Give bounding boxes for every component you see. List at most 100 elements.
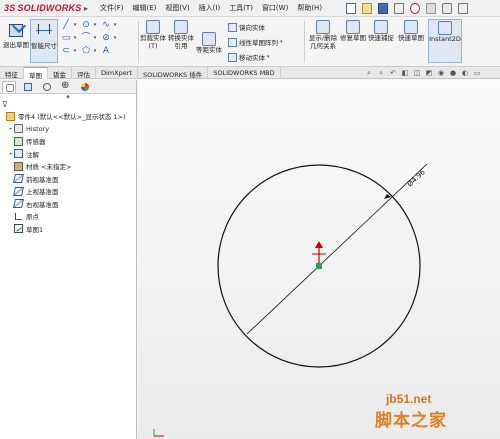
text-icon[interactable]: A	[100, 46, 112, 56]
view-orientation-icon[interactable]: ◫	[413, 69, 421, 77]
move-dropdown-icon[interactable]: ▾	[267, 54, 270, 60]
ellipse-dropdown-icon[interactable]: ▾	[112, 33, 118, 43]
feature-manager-panel: ◆ ⊽ 零件4 (默认<<默认>_显示状态 1>) ▸ History 传感器 …	[0, 80, 137, 439]
plane-icon	[13, 174, 24, 184]
quick-snaps-button[interactable]: 快速捕捉	[368, 19, 394, 43]
tree-item-label: 右视基准面	[26, 200, 59, 209]
line-icon[interactable]: ╱	[60, 20, 72, 30]
filter-icon[interactable]: ⊽	[0, 100, 136, 110]
center-point[interactable]	[316, 263, 322, 269]
options-icon[interactable]	[457, 2, 468, 14]
menu-file[interactable]: 文件(F)	[100, 3, 124, 13]
polygon-dropdown-icon[interactable]: ▾	[92, 46, 98, 56]
menu-window[interactable]: 窗口(W)	[262, 3, 288, 13]
menu-tools[interactable]: 工具(T)	[229, 3, 253, 13]
sketch-canvas[interactable]: Ø4.96	[138, 80, 500, 439]
logo-text: SOLIDWORKS	[17, 3, 82, 13]
rapid-sketch-button[interactable]: 快速草图	[398, 19, 424, 43]
configuration-manager-tab[interactable]	[40, 81, 54, 93]
linear-pattern-label: 线性草图阵列	[239, 39, 278, 47]
property-manager-tab[interactable]	[21, 81, 35, 93]
tab-sheet-metal[interactable]: 钣金	[48, 67, 72, 79]
offset-entities-button[interactable]: 等距实体	[196, 31, 222, 55]
circle-dropdown-icon[interactable]: ▾	[92, 20, 98, 30]
tree-root[interactable]: 零件4 (默认<<默认>_显示状态 1>)	[0, 110, 136, 123]
display-manager-tab[interactable]	[78, 81, 92, 93]
spline-icon[interactable]: ∿	[100, 20, 112, 30]
tree-item-front-plane[interactable]: 前视基准面	[0, 173, 136, 186]
hide-show-icon[interactable]: ◉	[437, 69, 445, 77]
tab-features[interactable]: 特征	[0, 67, 24, 79]
toolbar-separator	[304, 21, 305, 63]
smart-dimension-button[interactable]: 智能尺寸	[30, 19, 58, 63]
menu-view[interactable]: 视图(V)	[165, 3, 189, 13]
rectangle-icon[interactable]: ▭	[60, 33, 72, 43]
spline-dropdown-icon[interactable]: ▾	[112, 20, 118, 30]
print-icon[interactable]	[393, 2, 404, 14]
menu-insert[interactable]: 插入(I)	[199, 3, 221, 13]
instant2d-button[interactable]: Instant2D	[428, 19, 462, 63]
tree-item-material[interactable]: 材质 <未指定>	[0, 160, 136, 173]
menu-help[interactable]: 帮助(H)	[297, 3, 322, 13]
dimxpert-icon	[61, 80, 70, 91]
ellipse-icon[interactable]: ⊘	[100, 33, 112, 43]
tab-sketch[interactable]: 草图	[24, 67, 48, 80]
graphics-area[interactable]: Ø4.96	[138, 80, 500, 439]
slot-dropdown-icon[interactable]: ▾	[72, 46, 78, 56]
previous-view-icon[interactable]: ↶	[389, 69, 397, 77]
polygon-icon[interactable]: ⬠	[80, 46, 92, 56]
mirror-entities-button[interactable]: 镜向实体	[228, 22, 265, 32]
undo-icon[interactable]	[409, 2, 420, 14]
repair-sketch-button[interactable]: 修复草图	[340, 19, 366, 43]
tab-evaluate[interactable]: 评估	[72, 67, 96, 79]
scene-icon[interactable]: ◐	[461, 69, 469, 77]
appearance-icon[interactable]: ●	[449, 69, 457, 77]
menu-edit[interactable]: 编辑(E)	[133, 3, 157, 13]
diameter-dimension-text[interactable]: Ø4.96	[406, 168, 427, 189]
tab-dimxpert[interactable]: DimXpert	[96, 67, 138, 79]
select-icon[interactable]	[425, 2, 436, 14]
exit-sketch-label: 退出草图	[3, 41, 29, 49]
tree-item-sketch1[interactable]: 草图1	[0, 223, 136, 236]
rebuild-icon[interactable]	[441, 2, 452, 14]
dimxpert-manager-tab[interactable]	[59, 80, 73, 93]
section-view-icon[interactable]: ◧	[401, 69, 409, 77]
linear-pattern-button[interactable]: 线性草图阵列 ▾	[228, 37, 283, 47]
display-relations-button[interactable]: 显示/删除几何关系	[308, 19, 338, 50]
display-style-icon[interactable]: ◩	[425, 69, 433, 77]
zoom-area-icon[interactable]: ⌕	[377, 69, 385, 77]
menu-expand-icon[interactable]: ▸	[84, 4, 88, 13]
tree-item-origin[interactable]: 原点	[0, 210, 136, 223]
diameter-dimension-line[interactable]	[246, 163, 428, 335]
zoom-fit-icon[interactable]: ⌕	[365, 69, 373, 77]
menu-bar: 文件(F) 编辑(E) 视图(V) 插入(I) 工具(T) 窗口(W) 帮助(H…	[100, 3, 322, 13]
arc-icon[interactable]: ⌒	[80, 33, 92, 43]
feature-manager-tab[interactable]	[2, 80, 16, 93]
offset-icon	[202, 32, 216, 46]
save-icon[interactable]	[377, 2, 388, 14]
tree-item-history[interactable]: ▸ History	[0, 123, 136, 136]
solidworks-logo[interactable]: 3S SOLIDWORKS	[4, 3, 81, 13]
origin-arrow-icon	[315, 241, 323, 248]
move-entities-button[interactable]: 移动实体 ▾	[228, 52, 270, 62]
view-settings-icon[interactable]: ▭	[473, 69, 481, 77]
open-icon[interactable]	[361, 2, 372, 14]
tree-item-sensors[interactable]: 传感器	[0, 135, 136, 148]
arc-dropdown-icon[interactable]: ▾	[92, 33, 98, 43]
line-dropdown-icon[interactable]: ▾	[72, 20, 78, 30]
tab-mbd[interactable]: SOLIDWORKS MBD	[208, 67, 281, 79]
exit-sketch-button[interactable]: 退出草图	[2, 19, 30, 63]
tree-item-top-plane[interactable]: 上视基准面	[0, 185, 136, 198]
convert-entities-button[interactable]: 转换实体引用	[168, 19, 194, 50]
plane-icon	[13, 199, 24, 209]
tree-item-annotations[interactable]: ▸ 注解	[0, 148, 136, 161]
rectangle-dropdown-icon[interactable]: ▾	[72, 33, 78, 43]
linear-pattern-dropdown-icon[interactable]: ▾	[280, 39, 283, 45]
slot-icon[interactable]: ⊂	[60, 46, 72, 56]
tree-item-right-plane[interactable]: 右视基准面	[0, 198, 136, 211]
tab-addins[interactable]: SOLIDWORKS 插件	[138, 67, 209, 79]
repair-sketch-label: 修复草图	[340, 34, 366, 42]
trim-entities-button[interactable]: 剪裁实体(T)	[140, 19, 166, 50]
center-point-icon[interactable]: ⊙	[80, 20, 92, 30]
new-icon[interactable]	[345, 2, 356, 14]
